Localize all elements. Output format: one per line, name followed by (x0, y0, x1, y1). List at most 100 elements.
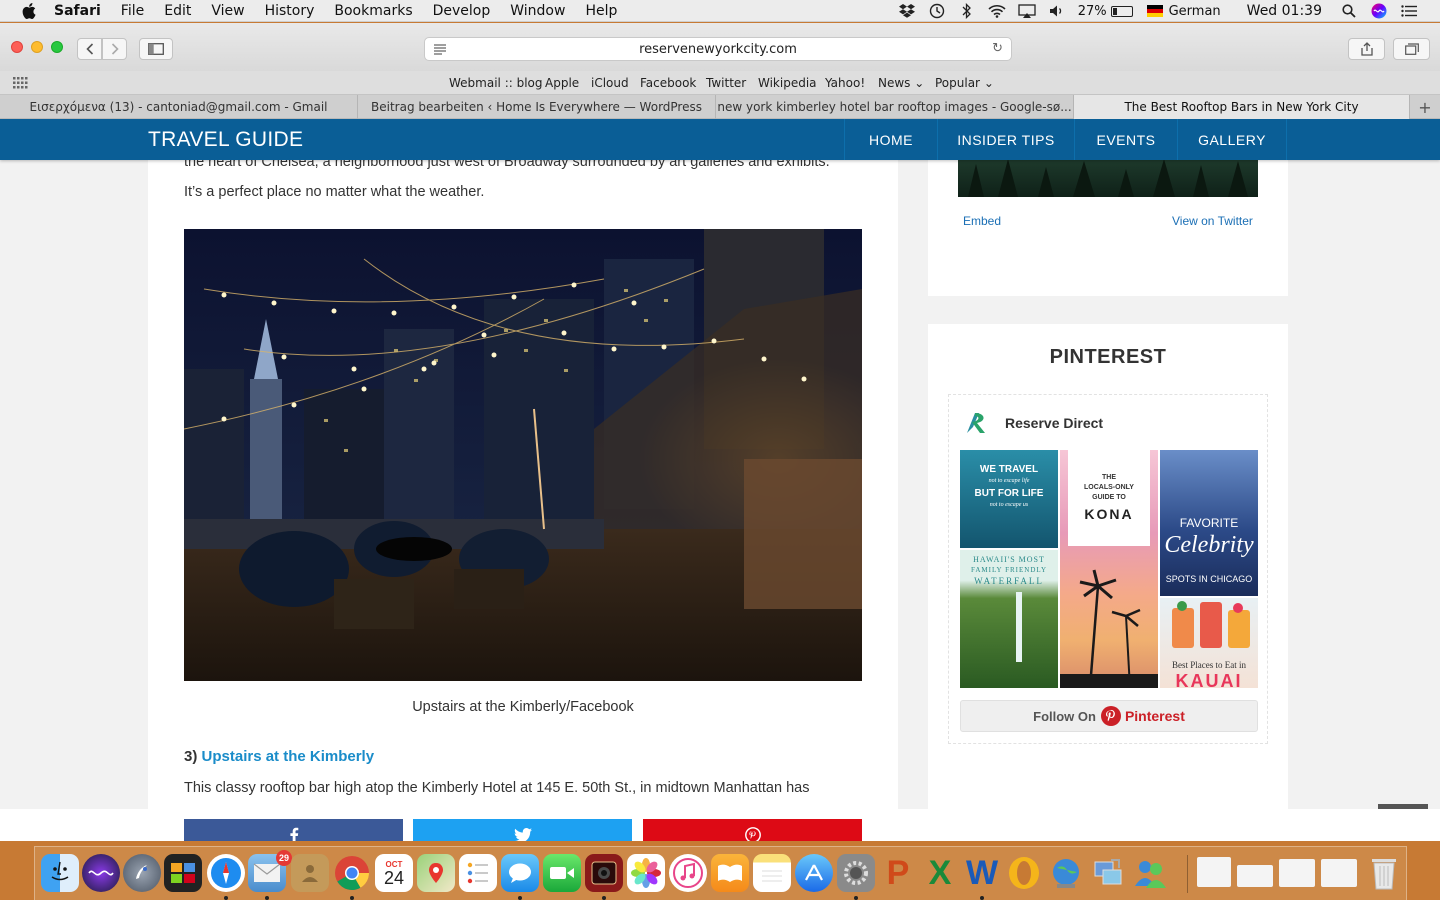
pin-chicago-celebrity[interactable]: FAVORITE Celebrity SPOTS IN CHICAGO (1160, 450, 1258, 596)
ibooks-icon[interactable] (711, 854, 749, 892)
twitter-share-button[interactable] (413, 819, 632, 841)
siri-icon[interactable] (1370, 3, 1388, 19)
pin-hawaii-waterfall[interactable]: HAWAII'S MOST FAMILY FRIENDLY WATERFALL (960, 550, 1058, 688)
pin-kauai-food[interactable]: Best Places to Eat in KAUAI (1160, 598, 1258, 688)
tab-rooftop-bars[interactable]: The Best Rooftop Bars in New York City (1074, 95, 1410, 119)
address-bar[interactable]: reservenewyorkcity.com ↻ (424, 37, 1012, 61)
pinterest-profile-name[interactable]: Reserve Direct (1005, 415, 1103, 431)
new-tab-button[interactable]: + (1410, 95, 1440, 119)
bluetooth-icon[interactable] (958, 3, 976, 19)
nav-gallery[interactable]: GALLERY (1177, 119, 1287, 160)
favorite-icloud[interactable]: iCloud (591, 76, 629, 90)
pin-kona-guide[interactable]: THE LOCALS-ONLY GUIDE TO KONA (1060, 450, 1158, 688)
favorite-popular-folder[interactable]: Popular ⌄ (935, 76, 994, 90)
contacts-icon[interactable] (291, 854, 329, 892)
german-flag-icon[interactable] (1146, 5, 1163, 17)
zoom-window-button[interactable] (51, 41, 63, 53)
menu-help[interactable]: Help (585, 3, 617, 19)
sidebar-toggle-button[interactable] (139, 38, 173, 60)
favorite-facebook[interactable]: Facebook (640, 76, 696, 90)
powerpoint-icon[interactable]: P (879, 854, 917, 892)
reserve-direct-logo-icon[interactable] (961, 407, 993, 439)
itunes-icon[interactable] (669, 854, 707, 892)
reload-icon[interactable]: ↻ (992, 41, 1003, 56)
facetime-icon[interactable] (543, 854, 581, 892)
minimized-window-3[interactable] (1279, 859, 1315, 887)
messages-icon[interactable] (501, 854, 539, 892)
app-store-icon[interactable] (795, 854, 833, 892)
tab-wordpress[interactable]: Beitrag bearbeiten ‹ Home Is Everywhere … (358, 95, 716, 119)
tab-gmail[interactable]: Εισερχόμενα (13) - cantoniad@gmail.com -… (0, 95, 358, 119)
volume-icon[interactable] (1048, 3, 1066, 19)
mail-dock-icon[interactable]: 29 (248, 850, 292, 892)
view-on-twitter-link[interactable]: View on Twitter (1172, 214, 1253, 228)
photo-booth-icon[interactable] (164, 854, 202, 892)
favorites-grid-icon[interactable] (13, 77, 28, 89)
favorite-webmail[interactable]: Webmail :: blog (449, 76, 543, 90)
reminders-icon[interactable] (459, 854, 497, 892)
input-language[interactable]: German (1169, 4, 1221, 19)
airplay-icon[interactable] (1018, 3, 1036, 19)
apple-menu-icon[interactable] (20, 0, 38, 22)
menu-edit[interactable]: Edit (164, 3, 191, 19)
battery-icon[interactable] (1110, 5, 1133, 17)
reader-view-icon[interactable] (433, 42, 447, 56)
site-logo[interactable]: TRAVEL GUIDE (148, 128, 303, 152)
nav-events[interactable]: EVENTS (1074, 119, 1177, 160)
wifi-icon[interactable] (988, 3, 1006, 19)
menu-file[interactable]: File (121, 3, 144, 19)
show-tabs-button[interactable] (1393, 38, 1430, 60)
menu-bookmarks[interactable]: Bookmarks (334, 3, 412, 19)
minimized-window-4[interactable] (1321, 859, 1357, 887)
notes-icon[interactable] (753, 854, 791, 892)
nav-insider-tips[interactable]: INSIDER TIPS (937, 119, 1074, 160)
finder-icon[interactable] (41, 854, 79, 892)
pinterest-share-button[interactable] (643, 819, 862, 841)
excel-icon[interactable]: X (921, 854, 959, 892)
pin-travel-quote[interactable]: WE TRAVEL not to escape life BUT FOR LIF… (960, 450, 1058, 548)
minimized-window-1[interactable] (1197, 857, 1231, 887)
forward-button[interactable] (102, 38, 127, 60)
user-accounts-icon[interactable] (1131, 854, 1169, 892)
network-globe-icon[interactable] (1047, 854, 1085, 892)
maps-icon[interactable] (417, 854, 455, 892)
close-window-button[interactable] (11, 41, 23, 53)
kimberly-link[interactable]: Upstairs at the Kimberly (202, 748, 375, 765)
notification-center-icon[interactable] (1400, 3, 1418, 19)
embed-tweet-link[interactable]: Embed (963, 214, 1001, 228)
menu-history[interactable]: History (265, 3, 315, 19)
facebook-share-button[interactable] (184, 819, 403, 841)
nav-home[interactable]: HOME (844, 119, 937, 160)
opera-icon[interactable] (1005, 854, 1043, 892)
launchpad-icon[interactable] (123, 854, 161, 892)
calendar-icon[interactable]: OCT 24 (375, 854, 413, 892)
menu-app-name[interactable]: Safari (54, 3, 101, 19)
back-button[interactable] (77, 38, 102, 60)
tab-google-search[interactable]: new york kimberley hotel bar rooftop ima… (716, 95, 1074, 119)
minimized-window-2[interactable] (1237, 865, 1273, 887)
menu-develop[interactable]: Develop (433, 3, 491, 19)
trash-icon[interactable] (1365, 854, 1403, 892)
time-machine-icon[interactable] (928, 3, 946, 19)
menu-window[interactable]: Window (510, 3, 565, 19)
spotlight-search-icon[interactable] (1340, 3, 1358, 19)
favorite-wikipedia[interactable]: Wikipedia (758, 76, 817, 90)
favorite-yahoo[interactable]: Yahoo! (825, 76, 865, 90)
favorite-twitter[interactable]: Twitter (706, 76, 746, 90)
word-icon[interactable]: W (963, 854, 1001, 892)
migration-assistant-icon[interactable] (1089, 854, 1127, 892)
siri-dock-icon[interactable] (82, 854, 120, 892)
favorite-apple[interactable]: Apple (545, 76, 579, 90)
minimize-window-button[interactable] (31, 41, 43, 53)
system-preferences-icon[interactable] (837, 854, 875, 892)
dropbox-icon[interactable] (898, 3, 916, 19)
follow-on-pinterest-button[interactable]: Follow On Pinterest (960, 700, 1258, 732)
menu-view[interactable]: View (211, 3, 244, 19)
share-button[interactable] (1348, 38, 1385, 60)
favorite-news-folder[interactable]: News ⌄ (878, 76, 924, 90)
photos-icon[interactable] (627, 854, 665, 892)
safari-dock-icon[interactable] (207, 854, 245, 892)
photo-booth-dock-icon[interactable] (585, 854, 623, 892)
menu-clock[interactable]: Wed 01:39 (1247, 3, 1322, 19)
chrome-icon[interactable] (333, 854, 371, 892)
